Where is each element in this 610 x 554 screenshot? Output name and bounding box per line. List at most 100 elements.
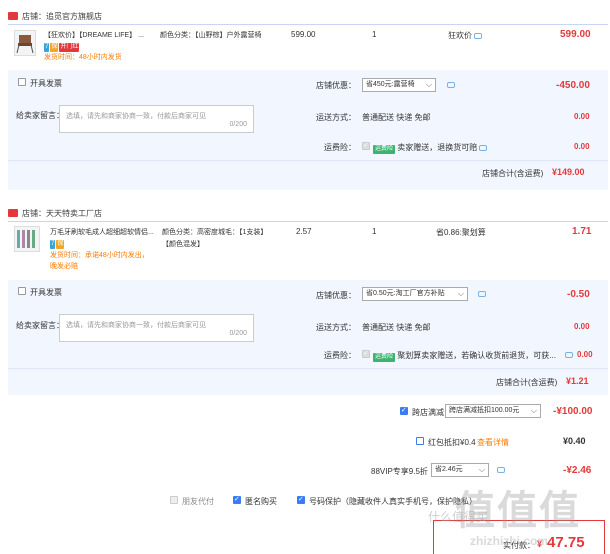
shop-total-label: 店铺合计(含运费) [496, 378, 558, 387]
badge-7day: 7 [44, 43, 50, 52]
message-placeholder: 选填，请先和商家协商一致，付款后商家可见 [66, 322, 206, 329]
number-protect-checkbox[interactable] [297, 495, 305, 504]
message-label: 给卖家留言： [16, 321, 64, 330]
product-image-toothbrush[interactable] [14, 226, 40, 252]
quantity[interactable]: 1 [372, 30, 376, 39]
insurance-text: 卖家赠送，退换货可赔 [397, 143, 478, 152]
insurance-info: 运费险 卖家赠送，退换货可赔 [373, 142, 488, 154]
vip-select[interactable]: 省2.46元 ⌵ [431, 463, 489, 477]
chat-icon[interactable] [565, 352, 573, 358]
chat-icon[interactable] [447, 82, 455, 88]
message-placeholder: 选填，请先和商家协商一致，付款后商家可见 [66, 113, 206, 120]
shop-label: 店铺： [22, 208, 46, 218]
invoice-checkbox[interactable] [18, 78, 26, 86]
redpacket-link[interactable]: 查看详情 [477, 437, 509, 448]
ship-time: 发货时间：48小时内发货 [44, 54, 122, 61]
subtotal: 599.00 [560, 29, 591, 40]
shipping-label: 运送方式： [316, 323, 356, 332]
shop-total-label: 店铺合计(含运费) [482, 169, 544, 178]
chevron-down-icon: ⌵ [425, 80, 432, 89]
quantity[interactable]: 1 [372, 227, 376, 236]
shipping-value: 普通配送 快递 免邮 [362, 323, 431, 332]
unit-price: 599.00 [291, 30, 316, 39]
cross-shop-select[interactable]: 跨店满减抵扣100.00元 ⌵ [445, 404, 541, 418]
discount-value: -0.50 [567, 289, 590, 300]
product-badges: 7保 [50, 238, 65, 249]
cross-shop-value: -¥100.00 [553, 406, 593, 417]
insurance-checkbox[interactable] [362, 141, 370, 150]
product-title[interactable]: 【狂欢价】【DREAME LIFE】 ... [44, 30, 154, 40]
shop-icon [8, 12, 18, 20]
discount-value: -450.00 [556, 80, 590, 91]
watermark-char: 值 [539, 489, 581, 533]
discount-option: 省0.50元:淘工厂官方补贴 [366, 290, 445, 297]
unit-price: 2.57 [296, 227, 312, 236]
cross-shop-option: 跨店满减抵扣100.00元 [449, 407, 520, 414]
watermark-text: 什么值得买 [428, 510, 489, 524]
chat-icon[interactable] [478, 291, 486, 297]
watermark-logo: 值值值 [455, 478, 581, 536]
discount-label: 店铺优惠： [316, 291, 356, 300]
message-input[interactable]: 选填，请先和商家协商一致，付款后商家可见 0/200 [59, 105, 254, 133]
chevron-down-icon: ⌵ [530, 406, 537, 415]
badge-promo: 开门红 [59, 43, 80, 52]
subtotal: 1.71 [572, 226, 592, 237]
invoice-label: 开具发票 [30, 288, 62, 297]
insurance-tag: 运费险 [373, 145, 396, 154]
invoice-label: 开具发票 [30, 79, 62, 88]
vip-label: 88VIP专享9.5折 [371, 467, 428, 476]
chevron-down-icon: ⌵ [457, 289, 464, 298]
redpacket-value: ¥0.40 [563, 436, 586, 446]
cross-shop-checkbox[interactable] [400, 406, 408, 415]
discount-select[interactable]: 省450元:露营椅 ⌵ [362, 78, 436, 92]
shop-name[interactable]: 天天特卖工厂店 [46, 208, 102, 219]
chat-icon[interactable] [474, 32, 483, 39]
insurance-info: 运费险 聚划算卖家赠送，若确认收货前退货，可获... [373, 350, 573, 362]
watermark-char: 值 [497, 489, 539, 533]
pay-value: 47.75 [547, 534, 585, 551]
vip-option: 省2.46元 [435, 466, 463, 473]
message-input[interactable]: 选填，请先和商家协商一致，付款后商家可见 0/200 [59, 314, 254, 342]
badge-guarantee: 保 [50, 43, 59, 52]
product-sku: 颜色分类：【山野棕】户外露营椅 [160, 32, 262, 39]
shop-header-1: 店铺： 追觅官方旗舰店 [0, 6, 102, 26]
promo-label: 狂欢价 [448, 30, 483, 41]
discount-option: 省450元:露营椅 [366, 81, 415, 88]
message-label: 给卖家留言： [16, 111, 64, 120]
promo-label: 省0.86:聚划算 [436, 228, 486, 237]
insurance-label: 运费险： [324, 351, 356, 360]
insurance-text: 聚划算卖家赠送，若确认收货前退货，可获... [397, 351, 556, 360]
shop-name[interactable]: 追觅官方旗舰店 [46, 11, 102, 22]
shop-icon [8, 209, 18, 217]
number-protect-label: 号码保护（隐藏收件人真实手机号，保护隐私） [309, 497, 477, 506]
product-image-chair[interactable] [14, 30, 36, 56]
shipping-label: 运送方式： [316, 113, 356, 122]
insurance-tag: 运费险 [373, 353, 396, 362]
chat-icon[interactable] [479, 144, 488, 151]
redpacket-label: 红包抵扣¥0.4 [428, 438, 476, 447]
shop-label: 店铺： [22, 11, 46, 21]
friend-pay-checkbox[interactable] [170, 496, 178, 504]
shop-total-value: ¥149.00 [552, 167, 585, 177]
insurance-price: 0.00 [577, 350, 593, 359]
insurance-checkbox[interactable] [362, 349, 370, 358]
shipping-price: 0.00 [574, 112, 590, 121]
badge-guarantee: 保 [56, 240, 65, 249]
discount-select[interactable]: 省0.50元:淘工厂官方补贴 ⌵ [362, 287, 468, 301]
badge-7day: 7 [50, 240, 56, 249]
ship-guarantee: 晚发必赔 [50, 263, 78, 270]
invoice-checkbox[interactable] [18, 287, 26, 295]
toothbrush-icon [17, 230, 35, 248]
chair-icon [16, 35, 34, 54]
product-title[interactable]: 万毛牙刷软毛成人超细超软情侣... [50, 227, 160, 237]
cross-shop-label: 跨店满减 [412, 408, 444, 417]
anonymous-checkbox[interactable] [233, 495, 241, 504]
anonymous-label: 匿名购买 [245, 497, 277, 506]
watermark-url: zhizhizhi.com [470, 534, 548, 548]
message-count: 0/200 [229, 330, 247, 337]
message-count: 0/200 [229, 121, 247, 128]
chat-icon[interactable] [497, 467, 505, 473]
promo-text: 狂欢价 [448, 31, 472, 40]
redpacket-checkbox[interactable] [416, 437, 424, 445]
product-sku: 颜色分类：高密度城毛：【1支装】【颜色混发】 [162, 229, 268, 248]
